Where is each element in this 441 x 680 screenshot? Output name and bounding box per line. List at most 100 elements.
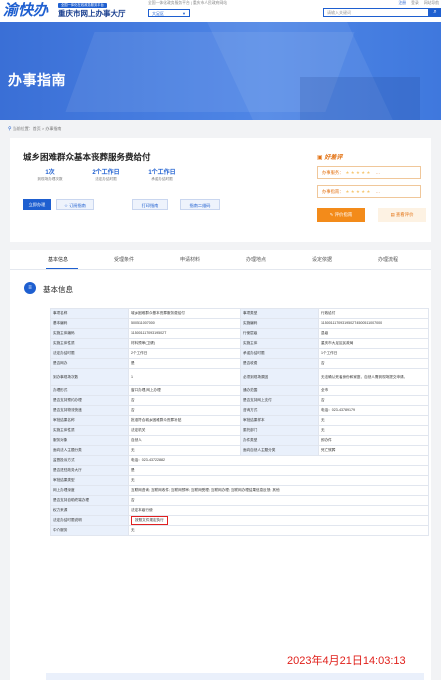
table-row: 实施主体性质 材料预审(卫健) 实施主体 重庆市大足区民政局 <box>50 338 429 349</box>
print-guide-button[interactable]: 打印指南 <box>132 199 168 210</box>
table-row: 是否网办是是否收费否 <box>50 358 429 369</box>
evaluate-guide-button[interactable]: ✎ 评价指南 <box>317 208 365 222</box>
search-input[interactable]: 请输入关键词 <box>323 8 429 17</box>
field-value: 1个工作日 <box>318 348 429 359</box>
guide-rating-box: 办事指南： ★★★★★… <box>317 185 421 198</box>
field-label: 审批结果样本 <box>240 415 319 426</box>
table-row: 法定办结时限说明 按照文件规定执行 <box>50 515 429 526</box>
table-row: 是否支持预约办理否是否支持网上支付否 <box>50 395 429 406</box>
service-rating-more[interactable]: … <box>376 170 380 175</box>
field-value: 11500111709319502T4500511007000 <box>318 318 429 329</box>
rating-title: ▣ 好差评 <box>317 152 342 161</box>
table-row: 权力来源 法定本级行使 <box>50 505 429 516</box>
service-card: 城乡困难群众基本丧葬服务费给付 1次 到现场办理次数 2个工作日 法定办结时限 … <box>10 138 431 242</box>
tab-basis[interactable]: 设定依据 <box>312 256 332 263</box>
field-label: 实施主体性质 <box>50 425 129 436</box>
stat-legal-limit: 2个工作日 法定办结时限 <box>79 170 133 182</box>
tab-location[interactable]: 办理地点 <box>246 256 266 263</box>
field-value: 是 <box>128 358 241 369</box>
stat-value: 1次 <box>45 170 55 176</box>
chevron-down-icon: ▼ <box>182 11 186 16</box>
table-row: 是否支持物流快递否咨询方式 电话：023-43789179 <box>50 405 429 416</box>
guide-rating-label: 办事指南： <box>322 189 344 194</box>
field-value: 无法确认死者身份和家庭，自然人需到现场提交申请。 <box>318 368 429 386</box>
field-value: 全市 <box>318 385 429 396</box>
stat-visits: 1次 到现场办理次数 <box>23 170 77 182</box>
table-row: 中介服务无 <box>50 525 429 536</box>
tab-conditions[interactable]: 受理条件 <box>114 256 134 263</box>
platform-badge: 全国一体化在线政务服务平台 <box>58 3 107 8</box>
field-label: 是否支持物流快递 <box>50 405 129 416</box>
region-select[interactable]: 大足区 ▼ <box>148 9 190 17</box>
field-value: 法定本级行使 <box>128 505 429 516</box>
active-tab-indicator <box>46 268 78 270</box>
table-row: 服务对象 自然人 办件类型 即办件 <box>50 435 429 446</box>
detail-tabs: 基本信息 受理条件 申请材料 办理地点 设定依据 办理流程 <box>10 250 431 270</box>
top-links[interactable]: 全国一体化政务服务平台 | 重庆市人民政府网站 <box>148 1 227 6</box>
field-value: 无 <box>128 475 429 486</box>
evaluate-label: 评价指南 <box>334 212 353 217</box>
apply-now-button[interactable]: 立即办理 <box>23 199 51 210</box>
view-evaluation-button[interactable]: ▤ 查看评价 <box>378 208 426 222</box>
field-label: 到办事现场次数 <box>50 368 129 386</box>
stat-label: 到现场办理次数 <box>37 177 63 181</box>
site-logo[interactable]: 渝快办 <box>3 2 53 19</box>
field-label: 必须到现场原因 <box>240 368 319 386</box>
field-value: 法定机关 <box>128 425 241 436</box>
field-value: 县级 <box>318 328 429 339</box>
field-value: 窗口办理,网上办理 <box>128 385 241 396</box>
table-row: 是否进驻政务大厅是 <box>50 465 429 476</box>
table-row: 法定办结时限 2个工作日 承诺办结时限 1个工作日 <box>50 348 429 359</box>
field-label: 实施主体 <box>240 338 319 349</box>
login-link[interactable]: 登录 <box>411 1 419 5</box>
field-value: 否 <box>128 495 429 506</box>
field-label: 实施编码 <box>240 318 319 329</box>
table-row: 网上办理深度 互联网咨询; 互联网收件; 互联网预审; 互联网受理; 互联网办理;… <box>50 485 429 496</box>
field-label: 是否支持网上支付 <box>240 395 319 406</box>
field-label: 面向自然人主题分类 <box>240 445 319 456</box>
field-value: 是 <box>128 465 429 476</box>
tab-basic-info[interactable]: 基本信息 <box>48 256 68 263</box>
tab-process[interactable]: 办理流程 <box>378 256 398 263</box>
field-value: 行政给付 <box>318 308 429 319</box>
field-label: 是否支持自助终端办理 <box>50 495 129 506</box>
subscribe-guide-button[interactable]: ☆ 订阅指南 <box>56 199 94 210</box>
site-nav-link[interactable]: 网站导航 <box>424 1 439 5</box>
breadcrumb: ⚲ 当前位置：首页 > 办事指南 <box>8 126 61 132</box>
field-value: 电话：023-43722882 <box>128 455 429 466</box>
field-value: 自然人 <box>128 435 241 446</box>
stat-label: 法定办结时限 <box>95 177 117 181</box>
field-label: 审批结果名称 <box>50 415 129 426</box>
field-label: 通办范围 <box>240 385 319 396</box>
page-banner: 办事指南 <box>0 22 441 120</box>
field-label: 委托部门 <box>240 425 319 436</box>
service-stats: 1次 到现场办理次数 2个工作日 法定办结时限 1个工作日 承诺办结时限 <box>23 170 188 184</box>
field-label: 服务对象 <box>50 435 129 446</box>
field-value: 城乡困难群众基本丧葬服务费给付 <box>128 308 241 319</box>
field-label: 实施主体性质 <box>50 338 129 349</box>
field-value: 否 <box>318 395 429 406</box>
field-value: 无 <box>318 425 429 436</box>
guide-qrcode-button[interactable]: 指南二维码 <box>180 199 220 210</box>
breadcrumb-text[interactable]: 当前位置：首页 > 办事指南 <box>13 126 62 131</box>
field-value: 无 <box>128 445 241 456</box>
search-icon[interactable]: ⌕ <box>429 8 441 17</box>
field-label: 网上办理深度 <box>50 485 129 496</box>
table-row: 监督投诉方式 电话：023-43722882 <box>50 455 429 466</box>
site-title[interactable]: 重庆市网上办事大厅 <box>58 9 126 18</box>
field-value: 否 <box>128 395 241 406</box>
table-row: 面向法人主题分类无面向自然人主题分类 死亡殡葬 <box>50 445 429 456</box>
field-label: 事项名称 <box>50 308 129 319</box>
field-label: 面向法人主题分类 <box>50 445 129 456</box>
tab-materials[interactable]: 申请材料 <box>180 256 200 263</box>
field-label: 权力来源 <box>50 505 129 516</box>
register-link[interactable]: 注册 <box>399 1 407 5</box>
bottom-bar <box>46 673 424 680</box>
detail-panel: 基本信息 受理条件 申请材料 办理地点 设定依据 办理流程 ≡ 基本信息 事项名… <box>10 250 431 680</box>
field-label: 是否支持预约办理 <box>50 395 129 406</box>
guide-rating-more[interactable]: … <box>376 189 380 194</box>
field-value: 500511007000 <box>128 318 241 329</box>
field-value: 电话：023-43789179 <box>318 405 429 416</box>
field-label: 实施主体编码 <box>50 328 129 339</box>
field-value: 死亡殡葬 <box>318 445 429 456</box>
